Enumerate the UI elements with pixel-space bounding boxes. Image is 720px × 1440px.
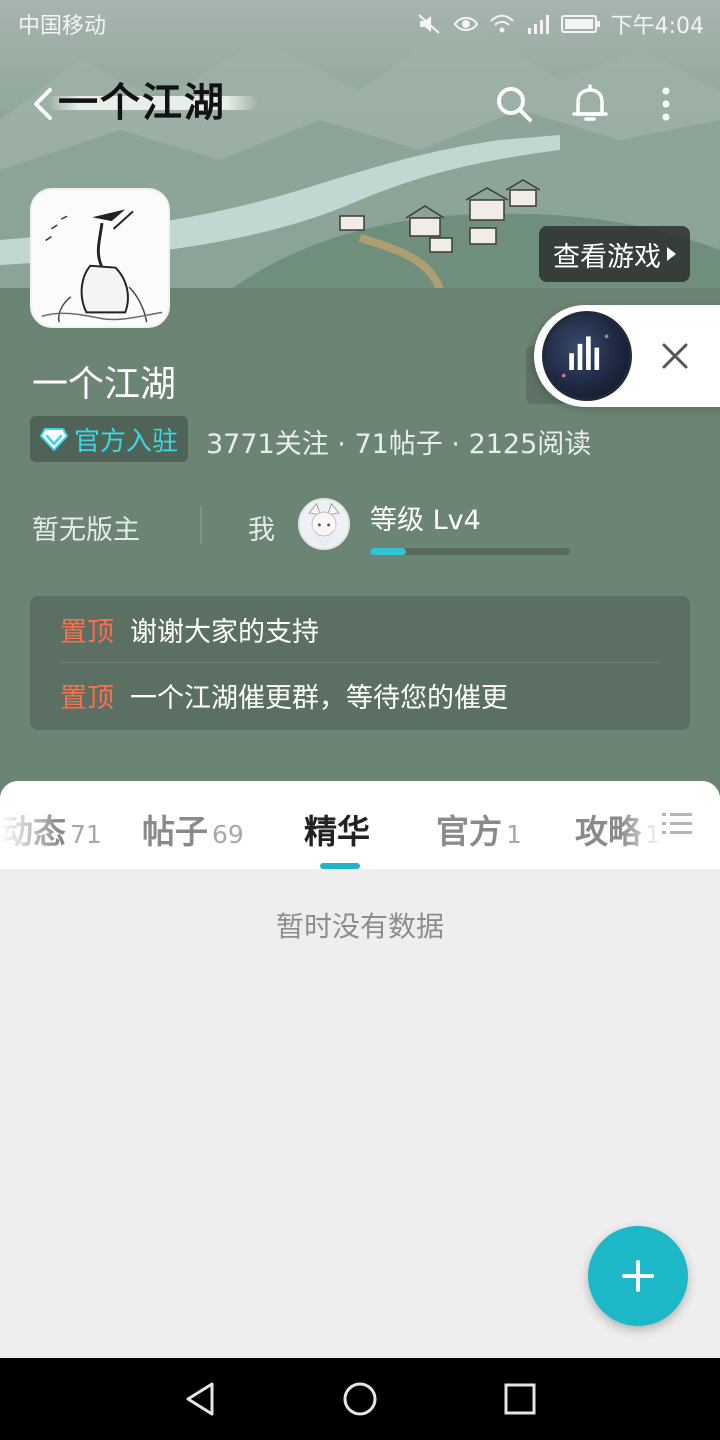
bell-icon[interactable] <box>570 84 610 124</box>
view-game-button[interactable]: 查看游戏 <box>539 226 690 282</box>
official-badge: 官方入驻 <box>30 416 189 462</box>
battery-icon <box>560 15 600 33</box>
list-icon[interactable] <box>660 809 694 839</box>
system-navigation-bar <box>0 1358 720 1440</box>
pinned-posts: 置顶 谢谢大家的支持 置顶 一个江湖催更群，等待您的催更 <box>30 596 690 730</box>
level-label: 等级 Lv4 <box>370 505 481 536</box>
status-bar: 中国移动 下午4:04 <box>0 0 720 48</box>
pin-tag: 置顶 <box>60 616 114 648</box>
audio-bars-icon <box>561 334 609 378</box>
diamond-icon <box>40 428 68 451</box>
close-icon[interactable] <box>658 339 692 373</box>
tab-posts[interactable]: 帖子 69 <box>142 805 244 853</box>
more-vertical-icon[interactable] <box>646 84 686 124</box>
game-logo: 一个江湖 <box>58 79 226 126</box>
tab-count: 1 <box>506 820 522 849</box>
tab-featured[interactable]: 精华 <box>304 805 370 853</box>
clock: 下午4:04 <box>610 14 704 39</box>
carrier-label: 中国移动 <box>18 14 107 39</box>
moderator-row: 暂无版主 我 等级 Lv4 <box>30 498 690 555</box>
tabs-fade <box>0 781 60 869</box>
pinned-post-title: 一个江湖催更群，等待您的催更 <box>130 683 508 714</box>
tab-official[interactable]: 官方 1 <box>436 805 522 853</box>
community-stats: 3771关注 · 71帖子 · 2125阅读 <box>206 429 592 460</box>
tab-count: 69 <box>212 820 244 849</box>
user-avatar-image <box>300 500 348 548</box>
game-avatar <box>30 188 170 328</box>
floating-audio-widget[interactable] <box>534 305 720 407</box>
pinned-post-title: 谢谢大家的支持 <box>130 616 319 648</box>
create-post-button[interactable] <box>588 1226 688 1326</box>
level-progress-fill <box>370 548 406 555</box>
eye-icon <box>453 17 478 31</box>
level-progress-bar <box>370 548 570 555</box>
user-avatar[interactable] <box>298 498 350 550</box>
mute-icon <box>417 14 440 34</box>
me-label: 我 <box>248 515 275 546</box>
community-name: 一个江湖 <box>32 364 177 405</box>
play-arrow-icon <box>667 247 676 261</box>
divider <box>200 506 202 544</box>
plus-icon <box>622 1260 654 1292</box>
pinned-post[interactable]: 置顶 谢谢大家的支持 <box>60 596 660 662</box>
empty-state-text: 暂时没有数据 <box>275 910 444 943</box>
official-label: 官方入驻 <box>74 426 179 457</box>
game-avatar-image <box>32 190 168 326</box>
moderator-text: 暂无版主 <box>32 515 140 546</box>
view-game-label: 查看游戏 <box>553 241 661 273</box>
recents-square-icon[interactable] <box>499 1378 541 1420</box>
home-circle-icon[interactable] <box>339 1378 381 1420</box>
wifi-icon <box>489 14 514 33</box>
back-triangle-icon[interactable] <box>180 1378 222 1420</box>
top-navigation: 一个江湖 <box>0 60 720 150</box>
tab-count: 71 <box>70 820 102 849</box>
status-icons: 下午4:04 <box>417 8 704 40</box>
search-icon[interactable] <box>494 84 534 124</box>
pinned-post[interactable]: 置顶 一个江湖催更群，等待您的催更 <box>60 662 660 728</box>
tab-label: 精华 <box>304 812 370 851</box>
tab-label: 官方 <box>436 812 502 851</box>
tab-label: 帖子 <box>142 812 208 851</box>
signal-icon <box>527 15 549 34</box>
audio-disc[interactable] <box>542 311 632 401</box>
tab-bar: 动态71 帖子69 精华 官方1 攻略1 <box>0 781 720 869</box>
pin-tag: 置顶 <box>60 683 114 714</box>
